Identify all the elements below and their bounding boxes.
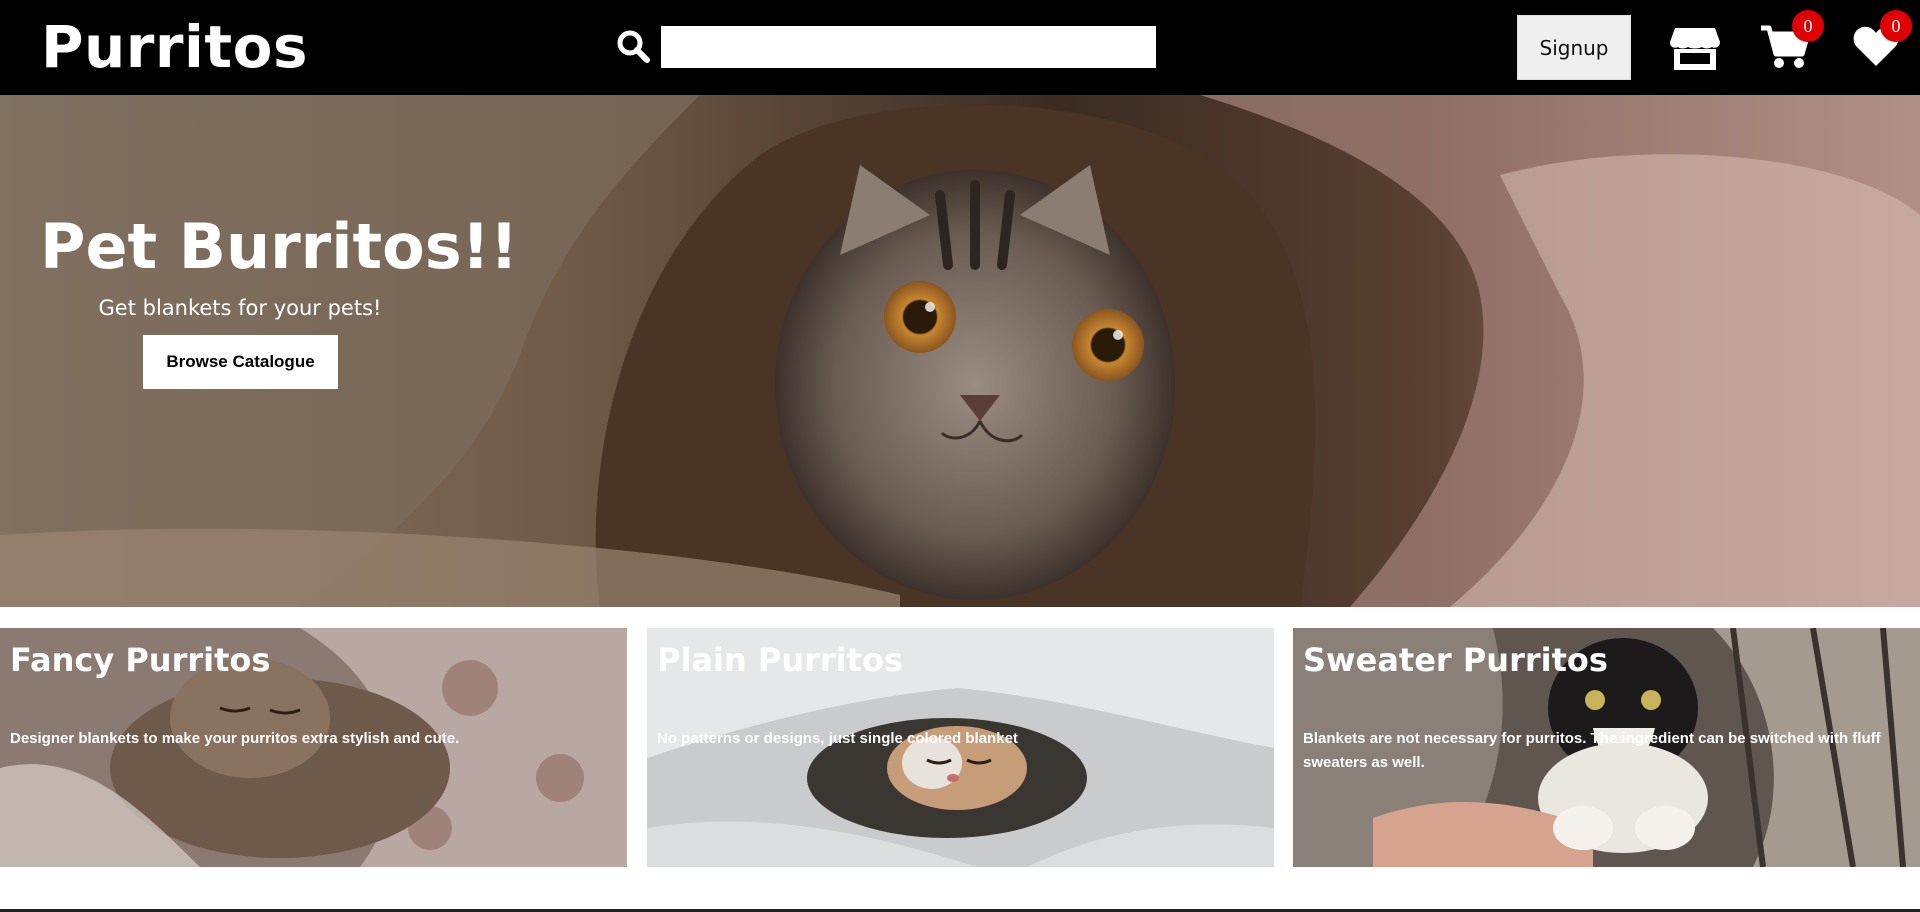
search-icon[interactable] [616,29,650,63]
category-title: Fancy Purritos [10,641,271,679]
category-description: Blankets are not necessary for purritos.… [1303,730,1881,771]
wishlist-count-badge: 0 [1880,10,1912,42]
category-card-fancy[interactable]: Fancy Purritos Designer blankets to make… [0,628,627,867]
category-card-sweater[interactable]: Sweater Purritos Blankets are not necess… [1293,628,1920,867]
hero-title: Pet Burritos!! [40,210,519,283]
category-card-plain[interactable]: Plain Purritos No patterns or designs, j… [647,628,1274,867]
browse-catalogue-button[interactable]: Browse Catalogue [143,335,338,389]
site-logo[interactable]: Purritos [41,8,308,86]
signup-button[interactable]: Signup [1517,15,1631,80]
store-icon[interactable] [1669,26,1721,70]
category-description: No patterns or designs, just single colo… [657,730,1018,747]
hero-subtitle: Get blankets for your pets! [98,296,382,320]
category-title: Plain Purritos [657,641,903,679]
hero-banner: Pet Burritos!! Get blankets for your pet… [0,95,1920,607]
top-navbar: Purritos Signup 0 0 [0,0,1920,95]
search-input[interactable] [661,26,1156,68]
category-title: Sweater Purritos [1303,641,1608,679]
category-description: Designer blankets to make your purritos … [10,730,460,747]
cart-count-badge: 0 [1792,10,1824,42]
